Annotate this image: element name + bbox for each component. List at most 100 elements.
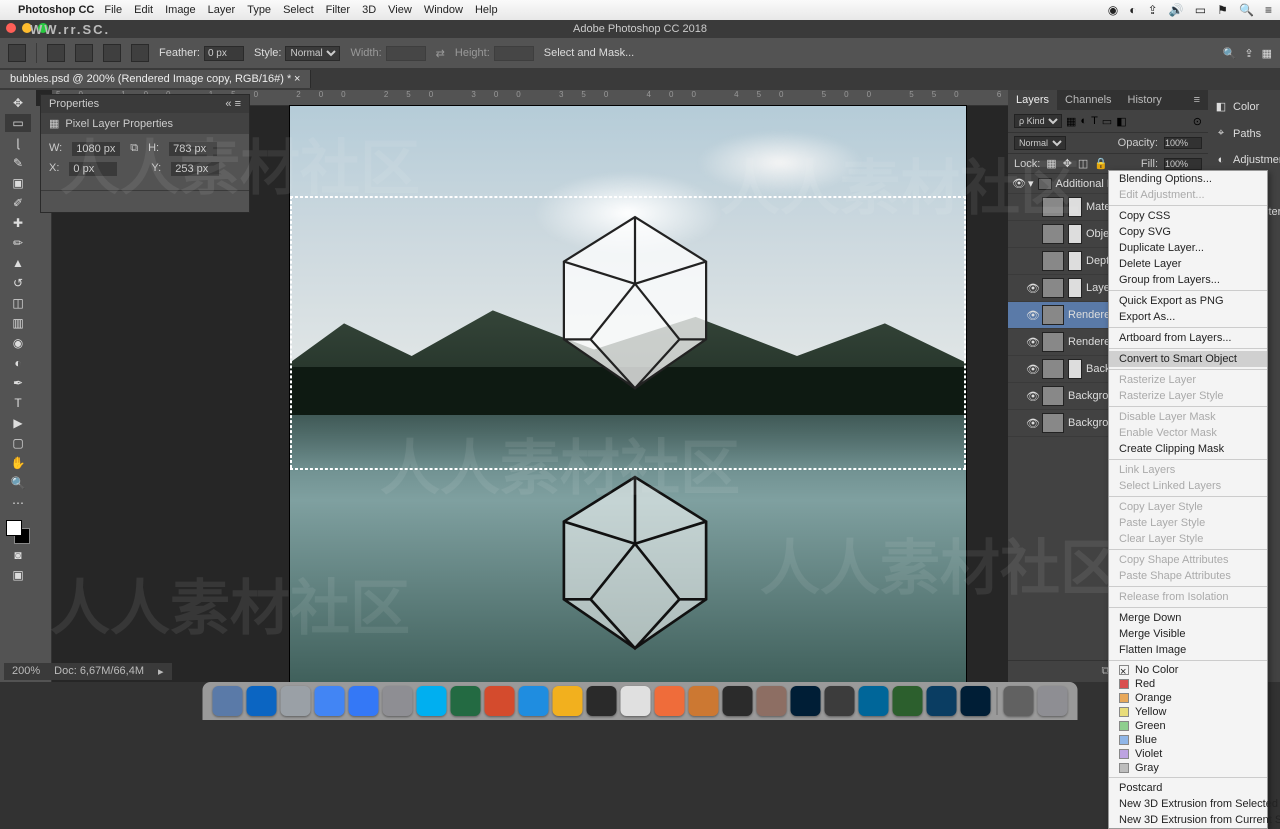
pen-tool[interactable]: ✒ [5,374,31,392]
filter-shape-icon[interactable]: ▭ [1102,115,1112,128]
context-menu-item[interactable]: Blending Options... [1109,171,1267,187]
visibility-toggle-icon[interactable]: 👁 [1012,177,1024,190]
layer-thumbnail[interactable] [1042,197,1064,217]
dock-dimension-icon[interactable] [893,686,923,716]
dock-folder-icon[interactable] [1004,686,1034,716]
selection-intersect-icon[interactable] [131,44,149,62]
gradient-tool[interactable]: ▥ [5,314,31,332]
context-menu-item[interactable]: Create Clipping Mask [1109,441,1267,457]
search-icon[interactable]: 🔍 [1239,3,1254,17]
visibility-toggle-icon[interactable]: 👁 [1026,390,1038,403]
layer-thumbnail[interactable] [1042,359,1064,379]
visibility-toggle-icon[interactable]: 👁 [1026,309,1038,322]
lock-all-icon[interactable]: 🔒 [1094,157,1108,170]
layer-thumbnail[interactable] [1042,251,1064,271]
lock-artboard-icon[interactable]: ◫ [1078,157,1088,170]
layer-mask-thumbnail[interactable] [1068,197,1082,217]
prop-height[interactable]: 783 px [169,142,217,156]
dock-mail-icon[interactable] [349,686,379,716]
brush-tool[interactable]: ✏ [5,234,31,252]
context-color-item[interactable]: Gray [1109,761,1267,775]
color-panel-button[interactable]: ◧Color [1214,100,1259,113]
context-color-item[interactable]: Red [1109,677,1267,691]
paths-panel-button[interactable]: ⌖Paths [1214,127,1261,140]
marquee-tool[interactable]: ▭ [5,114,31,132]
menu-help[interactable]: Help [475,4,498,16]
context-menu-item[interactable]: Duplicate Layer... [1109,240,1267,256]
dock-settings-icon[interactable] [281,686,311,716]
document-tab[interactable]: bubbles.psd @ 200% (Rendered Image copy,… [0,70,311,88]
opacity-input[interactable] [1164,137,1202,149]
zoom-tool[interactable]: 🔍 [5,474,31,492]
context-menu-item[interactable]: Convert to Smart Object [1109,351,1267,367]
select-mask-button[interactable]: Select and Mask... [544,47,635,59]
dock-safari-icon[interactable] [247,686,277,716]
context-color-item[interactable]: Green [1109,719,1267,733]
layer-mask-thumbnail[interactable] [1068,224,1082,244]
context-menu-item[interactable]: Copy CSS [1109,208,1267,224]
context-color-item[interactable]: ×No Color [1109,663,1267,677]
feather-input[interactable] [204,46,244,61]
properties-tab[interactable]: Properties [49,98,99,110]
context-menu-item[interactable]: Flatten Image [1109,642,1267,658]
selection-add-icon[interactable] [75,44,93,62]
menu-3d[interactable]: 3D [362,4,376,16]
history-brush-tool[interactable]: ↺ [5,274,31,292]
dock-app-icon[interactable] [553,686,583,716]
shape-tool[interactable]: ▢ [5,434,31,452]
status-chevron-icon[interactable]: ▸ [158,665,164,678]
panel-menu-icon[interactable]: ≡ [1186,90,1208,110]
record-icon[interactable]: ◉ [1108,3,1118,17]
filter-smart-icon[interactable]: ◧ [1116,115,1126,128]
close-icon[interactable] [6,23,16,33]
volume-icon[interactable]: 🔊 [1169,3,1184,17]
display-icon[interactable]: ▭ [1195,3,1206,17]
menu-image[interactable]: Image [165,4,196,16]
dock-app-icon[interactable] [723,686,753,716]
visibility-toggle-icon[interactable]: 👁 [1026,363,1038,376]
dock-chrome-icon[interactable] [315,686,345,716]
chevron-down-icon[interactable]: ▾ [1028,177,1034,190]
type-tool[interactable]: T [5,394,31,412]
color-swatches[interactable] [6,520,30,544]
lasso-tool[interactable]: ɭ [5,134,31,152]
dock-trash-icon[interactable] [1038,686,1068,716]
prop-y[interactable]: 253 px [171,162,219,176]
style-select[interactable]: Normal [285,46,340,61]
fill-input[interactable] [1164,158,1202,170]
app-menu[interactable]: Photoshop CC [18,4,94,16]
quick-mask-tool[interactable]: ◙ [5,546,31,564]
layer-thumbnail[interactable] [1042,224,1064,244]
dock-app-icon[interactable] [383,686,413,716]
zoom-level[interactable]: 200% [12,665,40,678]
layer-mask-thumbnail[interactable] [1068,359,1082,379]
eraser-tool[interactable]: ◫ [5,294,31,312]
tool-preset-icon[interactable] [8,44,26,62]
dock-photoshop-icon[interactable] [961,686,991,716]
selection-subtract-icon[interactable] [103,44,121,62]
blur-tool[interactable]: ◉ [5,334,31,352]
prop-x[interactable]: 0 px [69,162,117,176]
context-color-item[interactable]: Blue [1109,733,1267,747]
prop-width[interactable]: 1080 px [72,142,120,156]
layer-mask-thumbnail[interactable] [1068,278,1082,298]
visibility-toggle-icon[interactable]: 👁 [1026,417,1038,430]
context-color-item[interactable]: Yellow [1109,705,1267,719]
link-icon[interactable]: ⧉ [130,142,138,156]
filter-type-icon[interactable]: T [1091,115,1098,127]
dock-app-icon[interactable] [689,686,719,716]
path-select-tool[interactable]: ▶ [5,414,31,432]
menu-window[interactable]: Window [424,4,463,16]
doc-size[interactable]: Doc: 6,67M/66,4M [54,665,144,678]
visibility-toggle-icon[interactable]: 👁 [1026,282,1038,295]
context-menu-item[interactable]: Artboard from Layers... [1109,330,1267,346]
mac-dock[interactable] [203,682,1078,720]
wifi-icon[interactable]: ⇪ [1148,3,1158,17]
filter-toggle[interactable]: ⊙ [1193,115,1202,128]
dock-terminal-icon[interactable] [587,686,617,716]
layer-thumbnail[interactable] [1042,305,1064,325]
menu-icon[interactable]: ≡ [1265,3,1272,17]
close-tab-icon[interactable]: × [294,73,300,85]
dock-notes-icon[interactable] [621,686,651,716]
context-menu-item[interactable]: Merge Down [1109,610,1267,626]
